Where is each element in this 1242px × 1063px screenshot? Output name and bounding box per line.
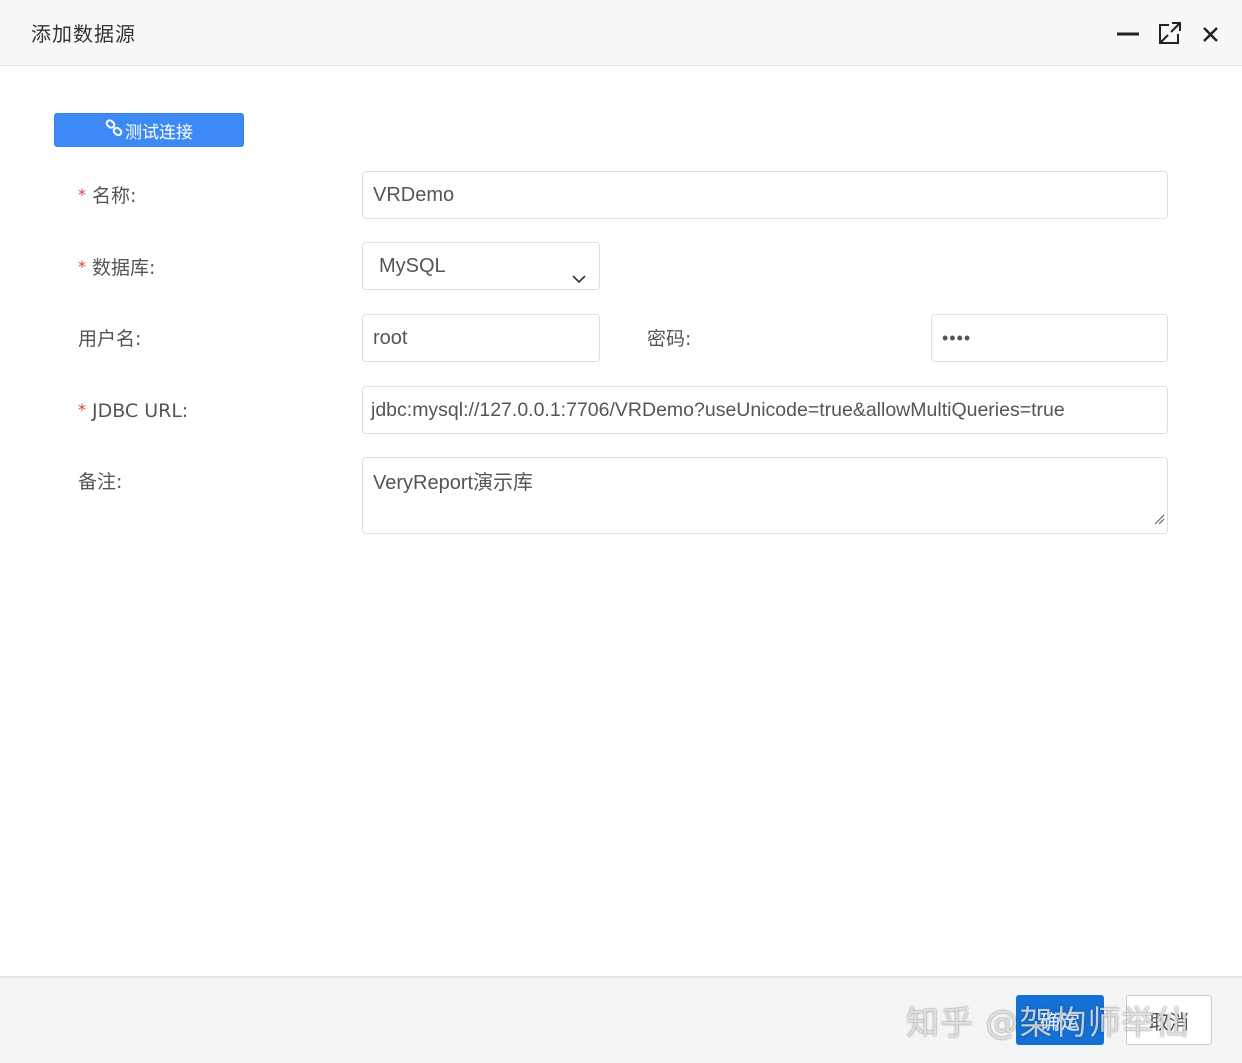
name-input[interactable]: VRDemo [362,171,1168,219]
remark-textarea[interactable]: VeryReport演示库 [362,457,1168,534]
required-mark: * [78,400,86,419]
name-label: * 名称: [78,185,137,207]
test-connection-label: 测试连接 [125,122,193,143]
test-connection-button[interactable]: 测试连接 [54,113,244,147]
watermark: 知乎 @架构师举仙 [906,1003,1190,1042]
remark-label: 备注: [78,471,123,493]
database-select[interactable]: MySQL [362,242,600,290]
dialog-footer: 确定 取消 知乎 @架构师举仙 [0,976,1242,1063]
jdbc-url-input[interactable]: jdbc:mysql://127.0.0.1:7706/VRDemo?useUn… [362,386,1168,434]
password-label: 密码: [647,328,692,350]
database-label: * 数据库: [78,257,156,279]
maximize-icon[interactable] [1157,20,1183,46]
dialog-title: 添加数据源 [31,22,136,46]
dialog-titlebar: 添加数据源 [0,0,1242,66]
resize-grip-icon[interactable] [1153,508,1165,531]
required-mark: * [78,185,86,204]
jdbc-url-label: * JDBC URL: [78,400,189,422]
username-input[interactable]: root [362,314,600,362]
password-input[interactable]: •••• [931,314,1168,362]
chevron-down-icon [571,258,587,289]
minimize-icon[interactable] [1116,20,1142,46]
required-mark: * [78,257,86,276]
database-select-value: MySQL [379,255,446,277]
link-icon [105,118,123,142]
remark-text: VeryReport演示库 [373,472,534,494]
username-label: 用户名: [78,328,142,350]
close-icon[interactable] [1198,20,1224,46]
add-datasource-dialog: 添加数据源 测试连接 * 名称: VRDemo * 数据库: MySQL 用户名… [0,0,1242,1063]
